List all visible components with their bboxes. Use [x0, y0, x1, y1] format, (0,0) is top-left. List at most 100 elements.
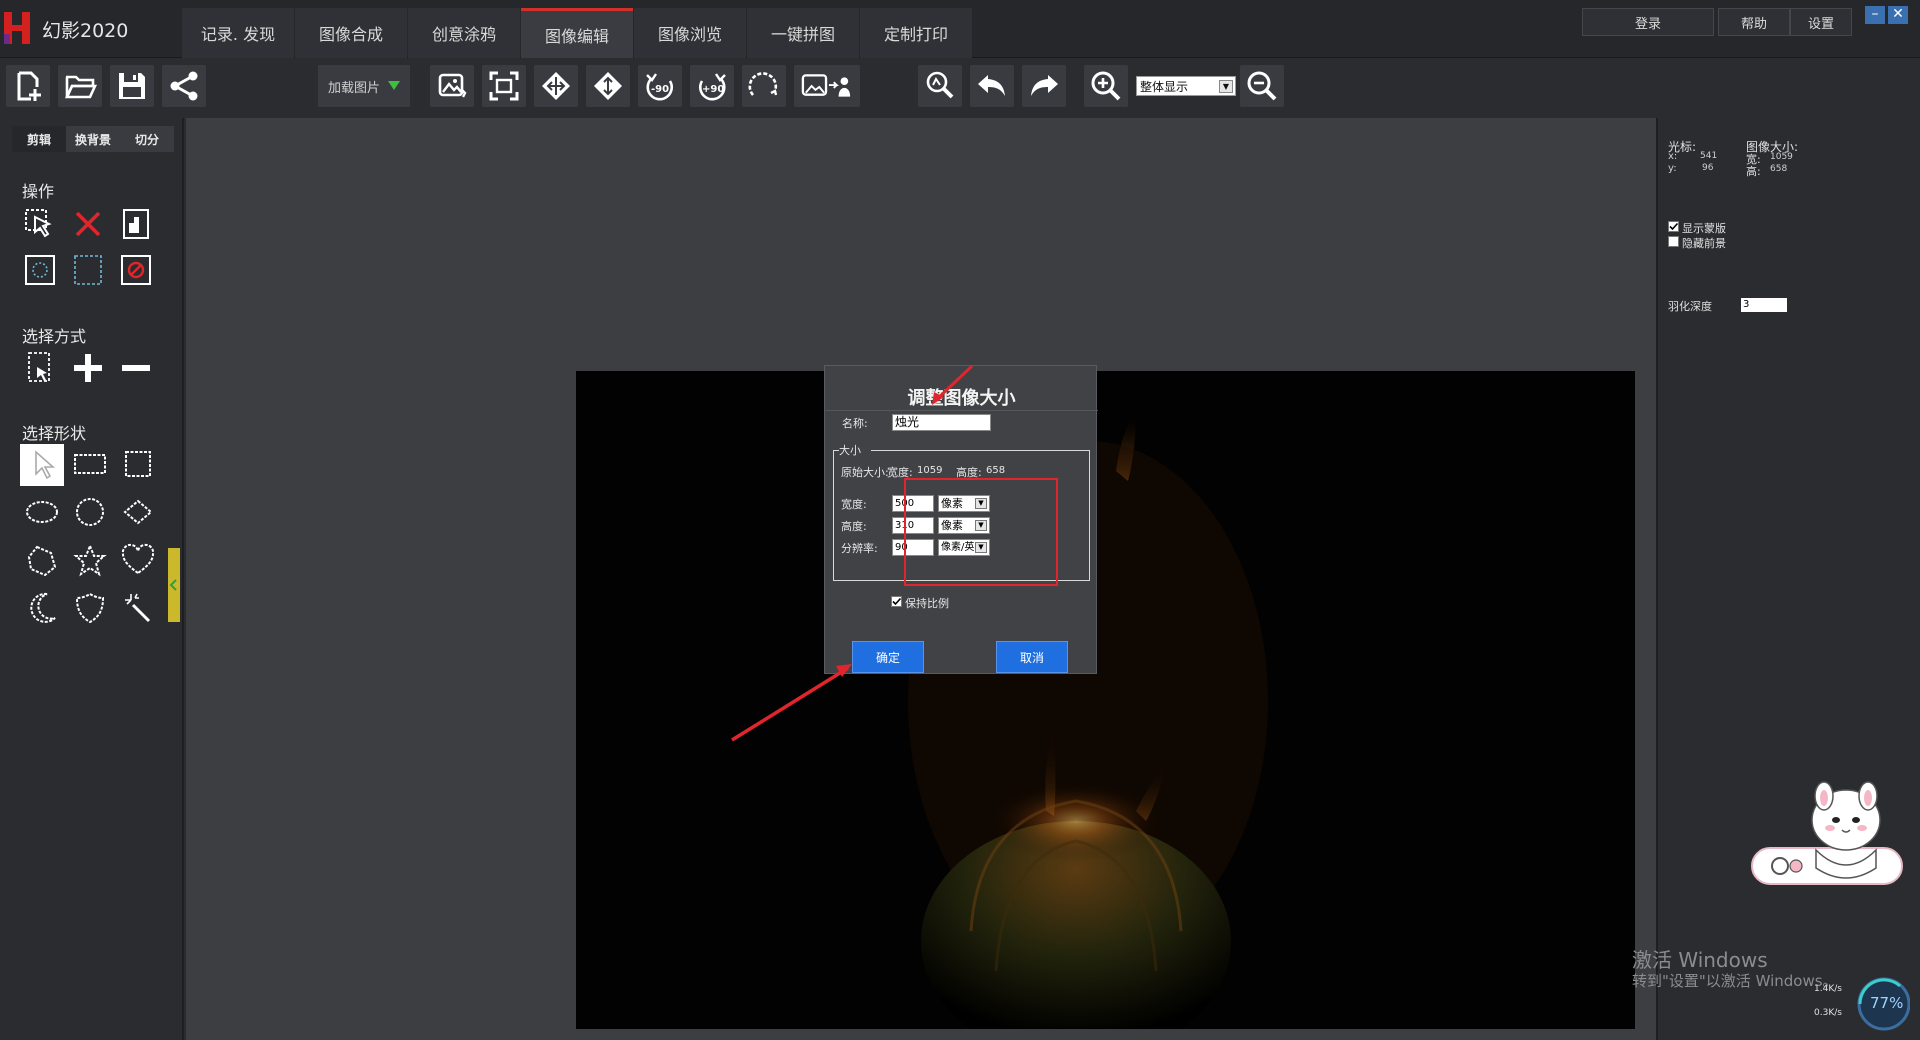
shape-circle-button[interactable] — [72, 494, 108, 530]
select-new-button[interactable] — [22, 350, 58, 386]
select-add-button[interactable] — [70, 350, 106, 386]
zoom-in-button[interactable] — [1084, 65, 1128, 107]
shape-heart-button[interactable] — [120, 542, 156, 578]
window-controls: – ✕ — [1862, 6, 1908, 24]
new-file-button[interactable] — [6, 65, 50, 107]
undo-button[interactable] — [970, 65, 1014, 107]
original-height-value: 658 — [986, 465, 1006, 476]
shape-diamond-button[interactable] — [120, 494, 156, 530]
close-icon — [75, 211, 101, 237]
load-image-button[interactable]: 加载图片 — [318, 65, 410, 107]
checkmark-icon — [892, 597, 902, 606]
flip-horizontal-button[interactable] — [534, 65, 578, 107]
rotate-left-90-button[interactable]: -90 — [638, 65, 682, 107]
crop-selection-button[interactable] — [118, 206, 154, 242]
shape-rectangle-button[interactable] — [72, 446, 108, 482]
shape-square-button[interactable] — [120, 446, 156, 482]
edited-image-candle[interactable] — [576, 371, 1635, 1029]
color-picker-button[interactable] — [918, 65, 962, 107]
polygon-icon — [27, 545, 57, 577]
crop-image-button[interactable] — [430, 65, 474, 107]
dashed-select-cursor-icon — [28, 352, 50, 382]
rotate-right-90-button[interactable]: +90 — [690, 65, 734, 107]
login-button[interactable]: 登录 — [1582, 8, 1714, 36]
crop-icon — [123, 209, 149, 239]
shape-shield-button[interactable] — [72, 590, 108, 626]
shape-moon-button[interactable] — [24, 590, 60, 626]
shape-magic-wand-button[interactable] — [120, 590, 156, 626]
network-speed-widget[interactable]: 1.4K/s 0.3K/s 77% — [1814, 976, 1911, 1034]
replace-person-button[interactable] — [794, 65, 860, 107]
select-circle-button[interactable] — [22, 252, 58, 288]
zoom-out-button[interactable] — [1240, 65, 1284, 107]
shape-arrow-button[interactable] — [20, 444, 64, 486]
tab-change-background[interactable]: 换背景 — [66, 126, 120, 152]
select-shape-title: 选择形状 — [22, 424, 87, 443]
size-group-label: 大小 — [839, 444, 861, 457]
shape-polygon-button[interactable] — [24, 542, 60, 578]
original-size-label: 原始大小: — [841, 466, 889, 479]
zoom-mode-select[interactable]: 整体显示 ▼ — [1136, 76, 1236, 96]
tab-image-browse[interactable]: 图像浏览 — [634, 8, 746, 58]
tab-split[interactable]: 切分 — [120, 126, 174, 152]
minus-icon — [122, 365, 150, 371]
tab-one-click-collage[interactable]: 一键拼图 — [747, 8, 859, 58]
delete-selection-button[interactable] — [70, 206, 106, 242]
toolbar: 加载图片 -90 +90 整体显示 ▼ — [0, 59, 1920, 115]
undo-icon — [978, 75, 1005, 96]
keep-ratio-checkbox[interactable] — [891, 596, 902, 607]
original-width-value: 1059 — [917, 465, 943, 476]
save-button[interactable] — [110, 65, 154, 107]
activate-windows-title: 激活 Windows — [1632, 948, 1768, 972]
feather-depth-input[interactable]: 3 — [1741, 298, 1787, 312]
clear-selection-button[interactable] — [118, 252, 154, 288]
tab-cut[interactable]: 剪辑 — [12, 126, 66, 152]
svg-text:-90: -90 — [651, 84, 669, 95]
feather-depth-label: 羽化深度 — [1668, 300, 1712, 313]
square-icon — [125, 451, 151, 477]
left-tool-panel: 剪辑 换背景 切分 操作 选择方式 选择形状 — [0, 118, 184, 1040]
shape-ellipse-button[interactable] — [24, 494, 60, 530]
minimize-icon[interactable]: – — [1865, 6, 1885, 24]
panel-collapse-handle[interactable] — [168, 548, 180, 622]
close-icon[interactable]: ✕ — [1888, 6, 1908, 24]
ellipse-icon — [26, 501, 58, 523]
tab-image-edit[interactable]: 图像编辑 — [521, 8, 633, 58]
chevron-down-icon: ▼ — [1219, 80, 1233, 93]
load-image-label: 加载图片 — [327, 80, 380, 96]
fit-screen-icon — [489, 71, 519, 101]
top-right-buttons: 登录 帮助 设置 — [1582, 8, 1852, 36]
help-button[interactable]: 帮助 — [1718, 8, 1790, 36]
rotate-plus-90-icon: +90 — [698, 73, 726, 101]
free-rotate-button[interactable] — [742, 65, 786, 107]
settings-button[interactable]: 设置 — [1790, 8, 1852, 36]
mascot-rabbit-icon[interactable] — [1746, 780, 1916, 920]
show-mask-checkbox[interactable] — [1668, 221, 1679, 232]
left-panel-tabs: 剪辑 换背景 切分 — [12, 126, 174, 152]
cursor-y-label: y: — [1668, 163, 1677, 174]
redo-button[interactable] — [1022, 65, 1066, 107]
select-rect-button[interactable] — [70, 252, 106, 288]
select-subtract-button[interactable] — [118, 350, 154, 386]
select-tool-button[interactable] — [22, 206, 58, 242]
ok-button[interactable]: 确定 — [852, 641, 924, 673]
tab-creative-doodle[interactable]: 创意涂鸦 — [408, 8, 520, 58]
shield-icon — [75, 592, 105, 624]
fit-screen-button[interactable] — [482, 65, 526, 107]
activate-windows-subtitle: 转到"设置"以激活 Windows。 — [1632, 972, 1838, 990]
share-button[interactable] — [162, 65, 206, 107]
free-rotate-icon — [748, 72, 778, 96]
tab-image-compose[interactable]: 图像合成 — [295, 8, 407, 58]
tab-custom-print[interactable]: 定制打印 — [860, 8, 972, 58]
cancel-button[interactable]: 取消 — [996, 641, 1068, 673]
hide-foreground-checkbox[interactable] — [1668, 236, 1679, 247]
open-folder-button[interactable] — [58, 65, 102, 107]
flip-vertical-button[interactable] — [586, 65, 630, 107]
main-tabs: 记录. 发现 图像合成 创意涂鸦 图像编辑 图像浏览 一键拼图 定制打印 — [182, 8, 973, 58]
new-file-icon — [17, 71, 41, 101]
shape-star-button[interactable] — [72, 542, 108, 578]
diamond-icon — [123, 499, 153, 525]
name-input[interactable]: 烛光 — [892, 414, 991, 431]
tab-record-discover[interactable]: 记录. 发现 — [182, 8, 294, 58]
resolution-label: 分辨率: — [841, 542, 878, 555]
